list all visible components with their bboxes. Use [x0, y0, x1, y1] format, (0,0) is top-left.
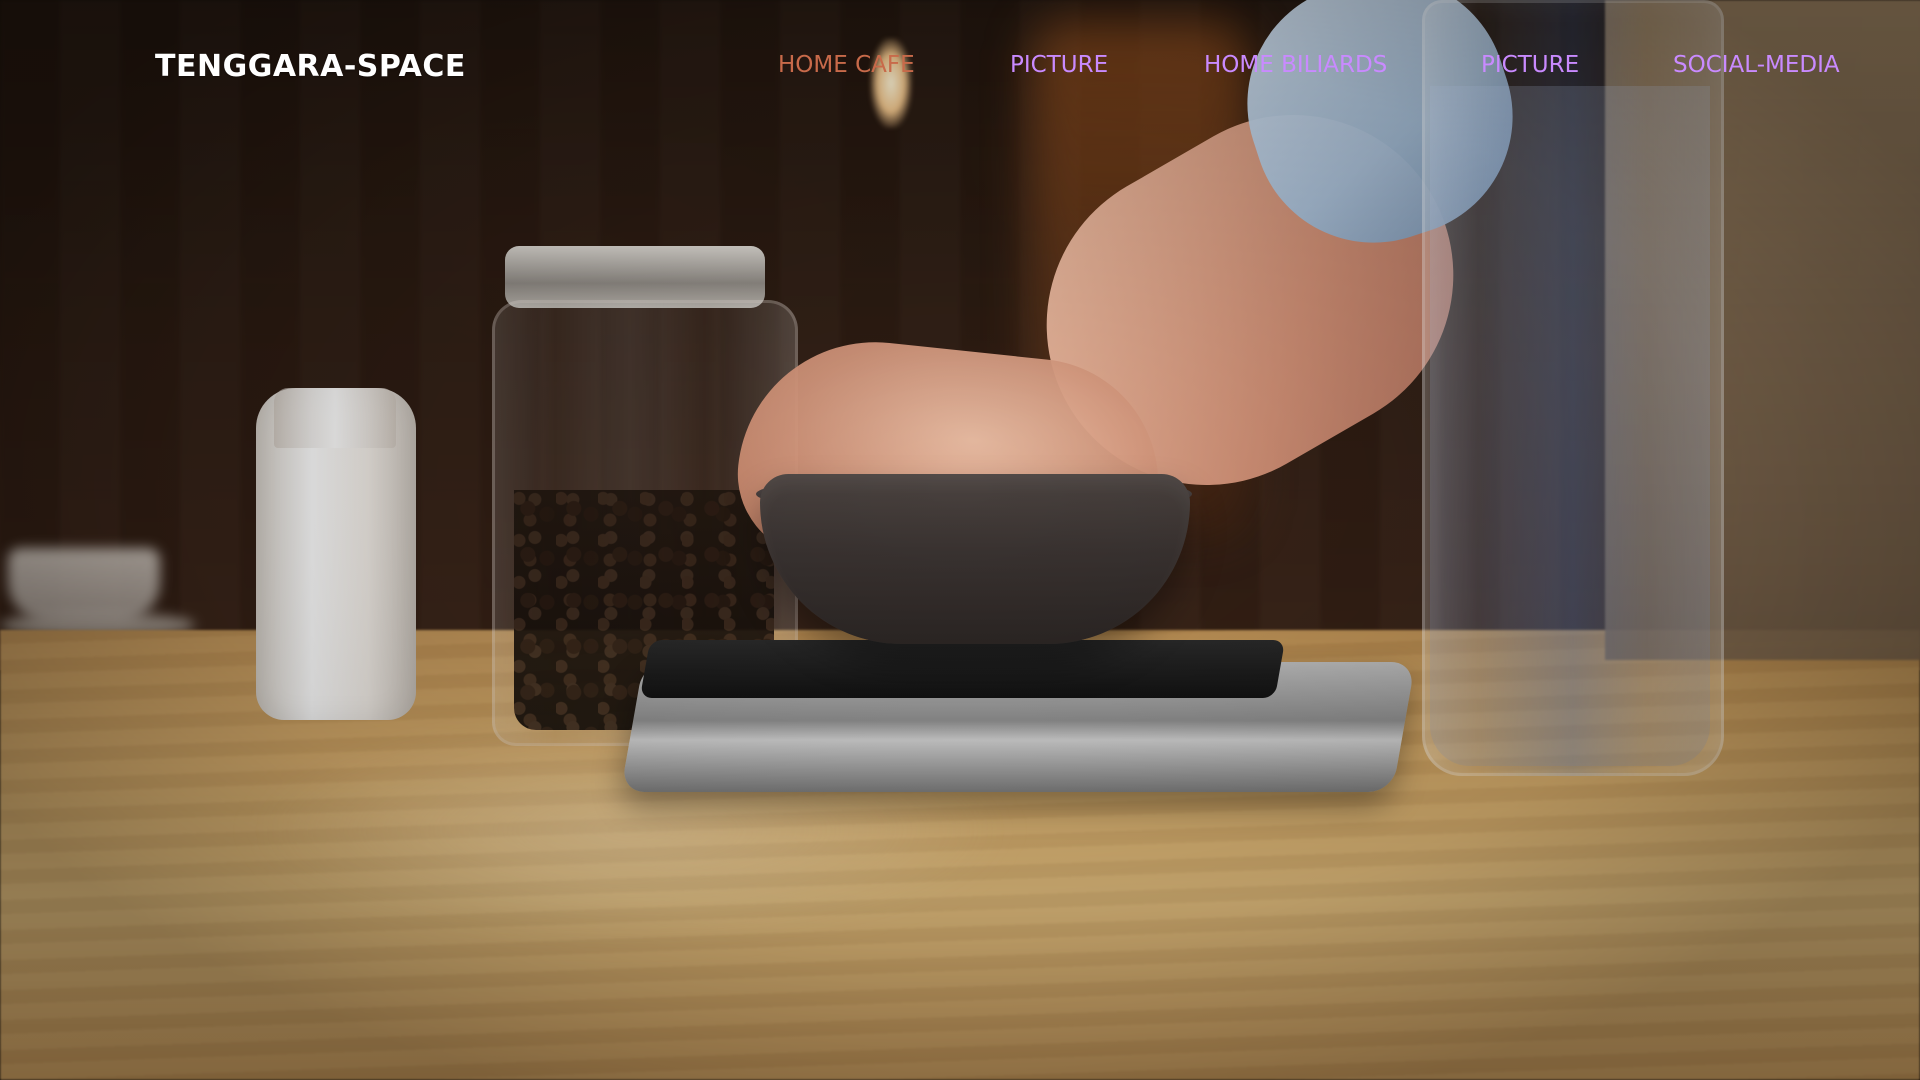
nav-link-picture-cafe[interactable]: PICTURE — [1010, 52, 1108, 78]
nav-item-picture-biliards: PICTURE — [1481, 52, 1579, 78]
kitchen-scale-top — [639, 640, 1286, 698]
coffee-bowl — [760, 474, 1190, 644]
hero-background — [0, 0, 1920, 1080]
nav-links: HOME CAFE PICTURE HOME BILIARDS PICTURE … — [0, 52, 1920, 92]
nav-item-picture-cafe: PICTURE — [1010, 52, 1108, 78]
glass-water — [1430, 86, 1710, 766]
nav-link-home-biliards[interactable]: HOME BILIARDS — [1204, 52, 1387, 78]
page: TENGGARA-SPACE HOME CAFE PICTURE HOME BI… — [0, 0, 1920, 1080]
jar-lid — [505, 246, 765, 308]
nav-item-social-media: SOCIAL-MEDIA — [1673, 52, 1840, 78]
coffee-cup — [8, 548, 160, 622]
top-navbar: TENGGARA-SPACE HOME CAFE PICTURE HOME BI… — [0, 0, 1920, 140]
nav-link-social-media[interactable]: SOCIAL-MEDIA — [1673, 52, 1840, 78]
nav-link-picture-biliards[interactable]: PICTURE — [1481, 52, 1579, 78]
nav-item-home-biliards: HOME BILIARDS — [1204, 52, 1387, 78]
milk-bottle-neck — [274, 388, 396, 448]
nav-link-home-cafe[interactable]: HOME CAFE — [778, 52, 915, 78]
nav-item-home-cafe: HOME CAFE — [778, 52, 915, 78]
